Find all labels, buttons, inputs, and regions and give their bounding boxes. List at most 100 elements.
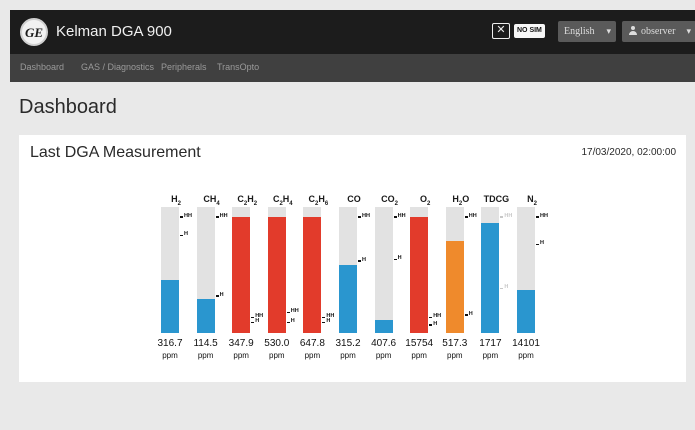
gas-unit: ppm [518, 351, 534, 360]
nav-item-dashboard[interactable]: Dashboard [20, 62, 64, 72]
gas-label-subscript: 2 [177, 200, 181, 207]
threshold-tick [536, 243, 539, 246]
threshold-tick [429, 316, 433, 319]
threshold-tick [536, 216, 539, 218]
measurement-timestamp: 17/03/2020, 02:00:00 [581, 147, 676, 158]
gas-label-subscript: 4 [216, 200, 220, 207]
sim-card-icon: ✕ [492, 23, 510, 39]
logo-text: GE [24, 25, 44, 40]
nav-item-gas-diagnostics[interactable]: GAS / Diagnostics [81, 62, 154, 72]
last-dga-measurement-card: Last DGA Measurement 17/03/2020, 02:00:0… [19, 135, 686, 382]
threshold-tick [251, 321, 255, 324]
gas-level-fill [196, 298, 215, 333]
threshold-label: H [219, 291, 224, 298]
gas-level-fill [517, 290, 535, 333]
threshold-tick [358, 216, 361, 218]
h-threshold-marker: H [535, 240, 561, 249]
ge-logo: GE [20, 18, 48, 46]
gas-level-track: HH H [481, 207, 512, 333]
main-nav: Dashboard GAS / Diagnostics Peripherals … [10, 54, 695, 82]
threshold-tick [180, 216, 183, 218]
gas-label: N2 [507, 194, 557, 207]
threshold-tick [393, 216, 397, 218]
threshold-label: H [540, 240, 544, 247]
gas-level-fill [303, 217, 322, 333]
gas-label-subscript: 2 [253, 200, 258, 207]
threshold-tick [215, 216, 219, 218]
gas-label-subscript: 2 [394, 200, 399, 207]
gas-level-track: HH H [410, 207, 441, 333]
gas-label-text: CO [347, 194, 361, 204]
gas-label-text: CH [203, 194, 217, 204]
threshold-tick [215, 295, 219, 297]
gas-label-text: CO [381, 194, 395, 204]
gas-label-subscript: 4 [289, 200, 293, 207]
gas-level-track: HH H [517, 207, 548, 333]
threshold-label: HH [219, 212, 228, 219]
threshold-label: H [504, 284, 509, 291]
threshold-tick [500, 216, 504, 218]
gas-level-fill [410, 217, 429, 333]
threshold-tick [429, 324, 433, 326]
gas-level-track: HH H [374, 207, 406, 333]
gas-level-track: HH H [339, 207, 370, 333]
threshold-tick [286, 321, 290, 324]
gas-level-track: HH H [161, 207, 192, 333]
threshold-tick [358, 260, 361, 262]
threshold-tick [322, 321, 326, 324]
user-dropdown[interactable]: observer ▾ [622, 21, 695, 42]
gas-level-fill [339, 264, 357, 333]
threshold-label: H [184, 231, 188, 238]
threshold-label: HH [433, 313, 442, 320]
gas-value: 14101 [512, 338, 540, 349]
gas-label-text: O [462, 194, 470, 204]
gas-level-track: HH H [267, 207, 299, 333]
threshold-tick [286, 311, 290, 314]
user-icon [629, 26, 637, 35]
threshold-label: H [255, 318, 260, 325]
threshold-label: H [468, 310, 473, 317]
chevron-down-icon: ▾ [686, 26, 691, 36]
gas-level-fill [267, 217, 286, 333]
app-title: Kelman DGA 900 [56, 23, 172, 40]
threshold-tick [500, 287, 504, 290]
user-label: observer [641, 26, 676, 37]
threshold-tick [464, 216, 468, 218]
threshold-label: HH [290, 308, 299, 315]
gas-level-track: HH H [232, 207, 263, 333]
gas-label-text: O [420, 194, 428, 204]
threshold-label: H [433, 320, 438, 327]
threshold-label: HH [362, 212, 370, 219]
gas-level-track: HH H [445, 207, 477, 333]
gas-label-subscript: 6 [324, 200, 329, 207]
threshold-tick [393, 258, 397, 261]
threshold-label: HH [397, 212, 406, 219]
language-label: English [564, 26, 595, 37]
sim-status-badge: NO SIM [514, 24, 545, 38]
page-title: Dashboard [19, 96, 117, 118]
language-dropdown[interactable]: English ▾ [558, 21, 616, 42]
threshold-tick [180, 234, 183, 237]
threshold-label: HH [504, 212, 513, 219]
gas-column: N2 HH H 14101 ppm [512, 135, 548, 375]
threshold-label: H [362, 256, 366, 263]
gas-level-fill [161, 280, 179, 333]
gas-label-text: TDCG [483, 194, 510, 204]
nav-item-transopto[interactable]: TransOpto [217, 62, 259, 72]
threshold-label: HH [184, 212, 192, 219]
gas-label-subscript: 2 [533, 200, 537, 207]
gas-level-track: HH H [303, 207, 334, 333]
threshold-label: HH [540, 212, 548, 219]
threshold-tick [464, 314, 468, 316]
gas-level-fill [445, 241, 464, 333]
threshold-label: H [397, 255, 402, 262]
gas-level-fill [374, 320, 393, 333]
top-bar: GE Kelman DGA 900 ✕ NO SIM English ▾ obs… [10, 10, 695, 54]
threshold-label: H [326, 318, 331, 325]
threshold-label: HH [468, 212, 477, 219]
hh-threshold-marker: HH [535, 213, 561, 221]
threshold-label: H [290, 318, 295, 325]
nav-item-peripherals[interactable]: Peripherals [161, 62, 207, 72]
gas-label-subscript: 2 [427, 200, 431, 207]
gas-level-track: HH H [196, 207, 228, 333]
